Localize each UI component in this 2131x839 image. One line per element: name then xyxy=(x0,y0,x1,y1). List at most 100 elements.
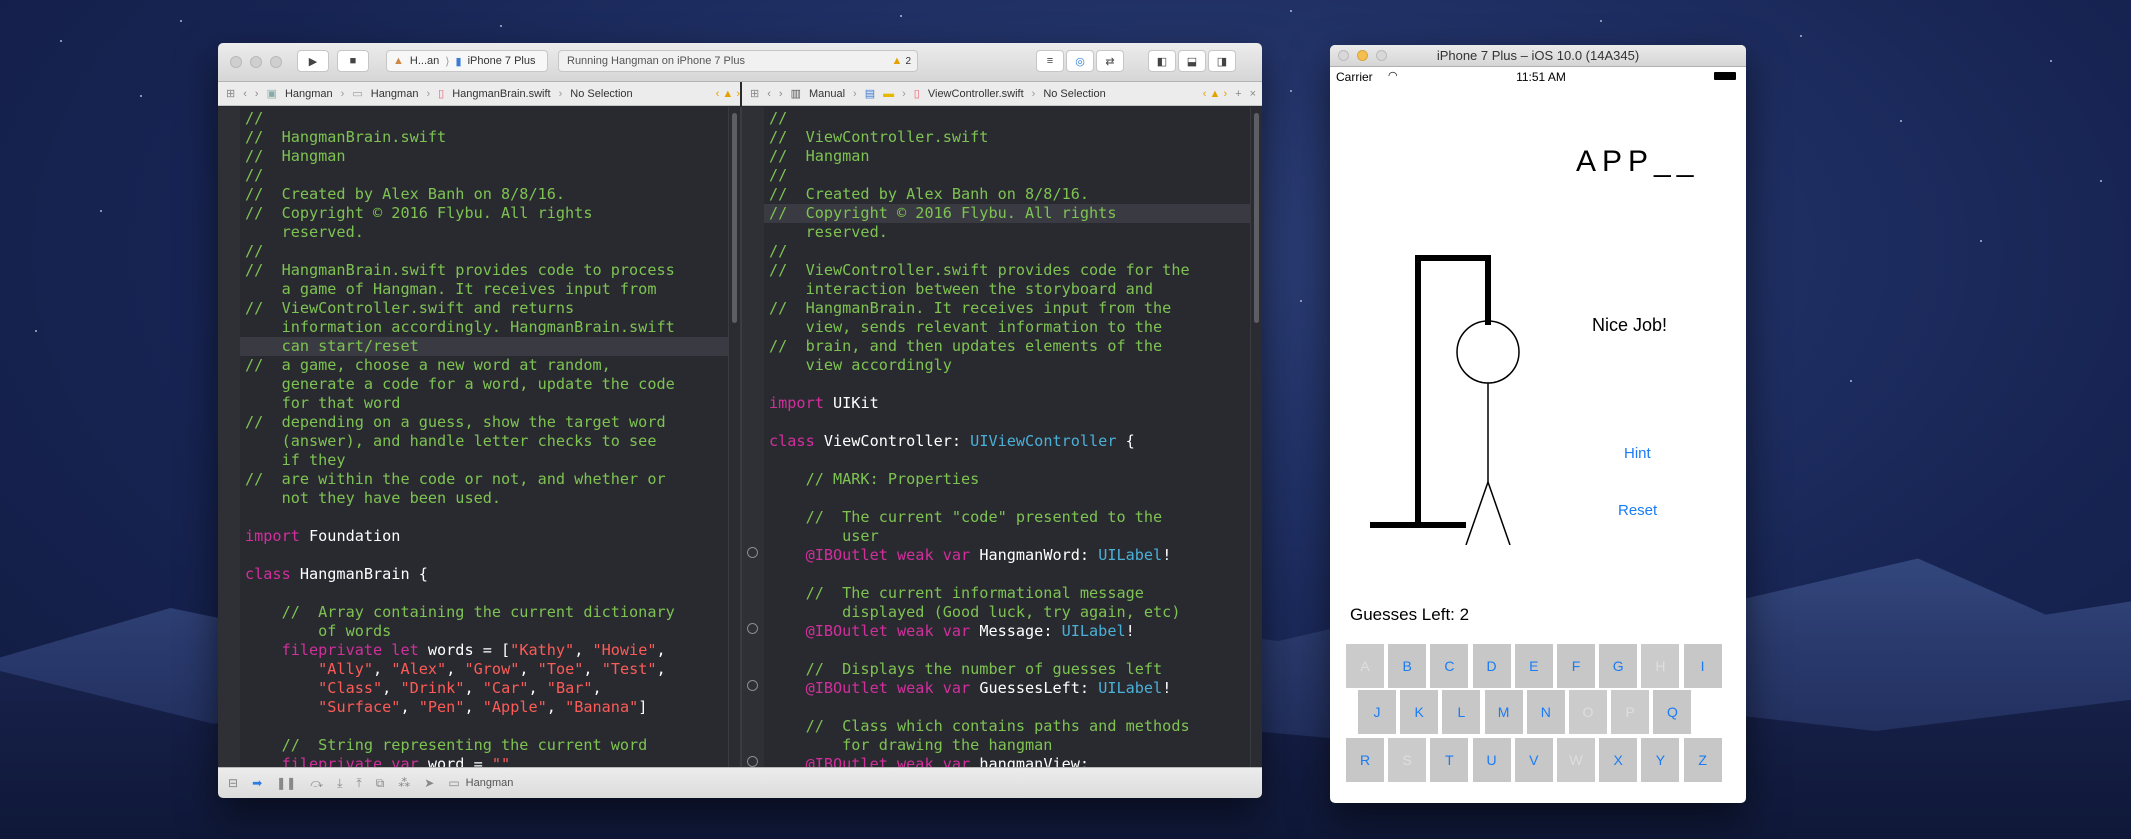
code-line[interactable]: // Displays the number of guesses left xyxy=(769,660,1250,679)
code-line[interactable]: @IBOutlet weak var GuessesLeft: UILabel! xyxy=(769,679,1250,698)
code-line[interactable]: // Created by Alex Banh on 8/8/16. xyxy=(769,185,1250,204)
assistant-editor-button[interactable]: ◎ xyxy=(1066,50,1094,72)
code-line[interactable] xyxy=(769,698,1250,717)
debug-area-toggle[interactable]: ⬓ xyxy=(1178,50,1206,72)
code-line[interactable]: // Copyright © 2016 Flybu. All rights xyxy=(769,204,1250,223)
key-f[interactable]: F xyxy=(1557,644,1595,688)
code-line[interactable]: // HangmanBrain.swift xyxy=(245,128,728,147)
code-line[interactable]: if they xyxy=(245,451,728,470)
hint-button[interactable]: Hint xyxy=(1624,445,1651,462)
key-v[interactable]: V xyxy=(1514,738,1553,782)
code-line[interactable]: user xyxy=(769,527,1250,546)
add-editor-icon[interactable]: + xyxy=(1235,88,1241,100)
key-g[interactable]: G xyxy=(1599,644,1638,688)
code-line[interactable]: class ViewController: UIViewController { xyxy=(769,432,1250,451)
close-editor-icon[interactable]: × xyxy=(1250,88,1262,100)
outlet-connection-dot[interactable] xyxy=(747,756,758,767)
run-button[interactable]: ▶ xyxy=(297,50,329,72)
zoom-window-button[interactable] xyxy=(1376,50,1387,61)
code-line[interactable]: a game of Hangman. It receives input fro… xyxy=(245,280,728,299)
warnings-badge[interactable]: ▲ 2 xyxy=(892,55,911,67)
key-m[interactable]: M xyxy=(1484,690,1523,734)
related-items-icon[interactable]: ⊞ xyxy=(750,87,759,100)
close-window-button[interactable] xyxy=(1338,50,1349,61)
reset-button[interactable]: Reset xyxy=(1618,502,1657,519)
key-p[interactable]: P xyxy=(1611,690,1650,734)
key-c[interactable]: C xyxy=(1430,644,1469,688)
code-line[interactable]: @IBOutlet weak var Message: UILabel! xyxy=(769,622,1250,641)
close-window-button[interactable] xyxy=(230,56,242,68)
outlet-connection-dot[interactable] xyxy=(747,680,758,691)
stop-button[interactable]: ■ xyxy=(337,50,369,72)
code-line[interactable] xyxy=(245,546,728,565)
key-l[interactable]: L xyxy=(1442,690,1481,734)
code-line[interactable]: // The current "code" presented to the xyxy=(769,508,1250,527)
warning-icon[interactable]: ‹ ▲ › xyxy=(716,88,740,100)
code-line[interactable]: reserved. xyxy=(769,223,1250,242)
key-j[interactable]: J xyxy=(1358,690,1396,734)
right-code-editor[interactable]: //// ViewController.swift// Hangman//// … xyxy=(742,107,1262,767)
code-line[interactable]: "Surface", "Pen", "Apple", "Banana"] xyxy=(245,698,728,717)
right-code-text[interactable]: //// ViewController.swift// Hangman//// … xyxy=(769,107,1250,767)
code-line[interactable]: interaction between the storyboard and xyxy=(769,280,1250,299)
forward-arrow-icon[interactable]: › xyxy=(255,88,259,100)
code-line[interactable]: // a game, choose a new word at random, xyxy=(245,356,728,375)
location-icon[interactable]: ➤ xyxy=(424,776,434,790)
code-line[interactable]: of words xyxy=(245,622,728,641)
code-line[interactable]: // depending on a guess, show the target… xyxy=(245,413,728,432)
key-y[interactable]: Y xyxy=(1641,738,1680,782)
code-line[interactable]: // Hangman xyxy=(769,147,1250,166)
key-n[interactable]: N xyxy=(1526,690,1565,734)
back-arrow-icon[interactable]: ‹ xyxy=(767,88,771,100)
code-line[interactable]: fileprivate let words = ["Kathy", "Howie… xyxy=(245,641,728,660)
code-line[interactable]: import Foundation xyxy=(245,527,728,546)
left-code-editor[interactable]: //// HangmanBrain.swift// Hangman//// Cr… xyxy=(218,107,740,767)
key-i[interactable]: I xyxy=(1683,644,1722,688)
code-line[interactable]: @IBOutlet weak var HangmanWord: UILabel! xyxy=(769,546,1250,565)
key-z[interactable]: Z xyxy=(1683,738,1722,782)
key-w[interactable]: W xyxy=(1557,738,1595,782)
code-line[interactable]: // Hangman xyxy=(245,147,728,166)
code-line[interactable] xyxy=(245,508,728,527)
code-line[interactable]: not they have been used. xyxy=(245,489,728,508)
minimize-window-button[interactable] xyxy=(250,56,262,68)
code-line[interactable]: // xyxy=(769,166,1250,185)
jump-group[interactable]: Hangman xyxy=(371,88,419,100)
code-line[interactable]: // xyxy=(769,242,1250,261)
code-line[interactable]: // ViewController.swift xyxy=(769,128,1250,147)
key-k[interactable]: K xyxy=(1400,690,1439,734)
outlet-connection-dot[interactable] xyxy=(747,547,758,558)
code-line[interactable]: "Ally", "Alex", "Grow", "Toe", "Test", xyxy=(245,660,728,679)
code-line[interactable]: // Copyright © 2016 Flybu. All rights xyxy=(245,204,728,223)
code-line[interactable]: "Class", "Drink", "Car", "Bar", xyxy=(245,679,728,698)
view-hierarchy-icon[interactable]: ⧉ xyxy=(376,776,385,791)
code-line[interactable]: // HangmanBrain. It receives input from … xyxy=(769,299,1250,318)
step-out-icon[interactable]: ⤒ xyxy=(356,776,361,791)
hide-debug-icon[interactable]: ⊟ xyxy=(228,776,238,790)
code-line[interactable]: view accordingly xyxy=(769,356,1250,375)
code-line[interactable]: // xyxy=(245,109,728,128)
forward-arrow-icon[interactable]: › xyxy=(779,88,783,100)
key-a[interactable]: A xyxy=(1346,644,1384,688)
code-line[interactable]: // The current informational message xyxy=(769,584,1250,603)
key-e[interactable]: E xyxy=(1514,644,1553,688)
code-line[interactable]: // xyxy=(245,166,728,185)
related-items-icon[interactable]: ⊞ xyxy=(226,87,235,100)
code-line[interactable]: // ViewController.swift provides code fo… xyxy=(769,261,1250,280)
code-line[interactable]: displayed (Good luck, try again, etc) xyxy=(769,603,1250,622)
breakpoints-icon[interactable]: ➡ xyxy=(252,776,262,790)
code-line[interactable]: // xyxy=(245,242,728,261)
code-line[interactable]: for that word xyxy=(245,394,728,413)
utilities-toggle[interactable]: ◨ xyxy=(1208,50,1236,72)
navigator-toggle[interactable]: ◧ xyxy=(1148,50,1176,72)
code-line[interactable]: // xyxy=(769,109,1250,128)
code-line[interactable]: // ViewController.swift and returns xyxy=(245,299,728,318)
outlet-connection-dot[interactable] xyxy=(747,623,758,634)
key-t[interactable]: T xyxy=(1430,738,1469,782)
left-code-text[interactable]: //// HangmanBrain.swift// Hangman//// Cr… xyxy=(245,107,728,767)
jump-file[interactable]: HangmanBrain.swift xyxy=(452,88,550,100)
zoom-window-button[interactable] xyxy=(270,56,282,68)
left-scrollbar[interactable] xyxy=(728,107,740,767)
code-line[interactable]: // HangmanBrain.swift provides code to p… xyxy=(245,261,728,280)
code-line[interactable]: // brain, and then updates elements of t… xyxy=(769,337,1250,356)
